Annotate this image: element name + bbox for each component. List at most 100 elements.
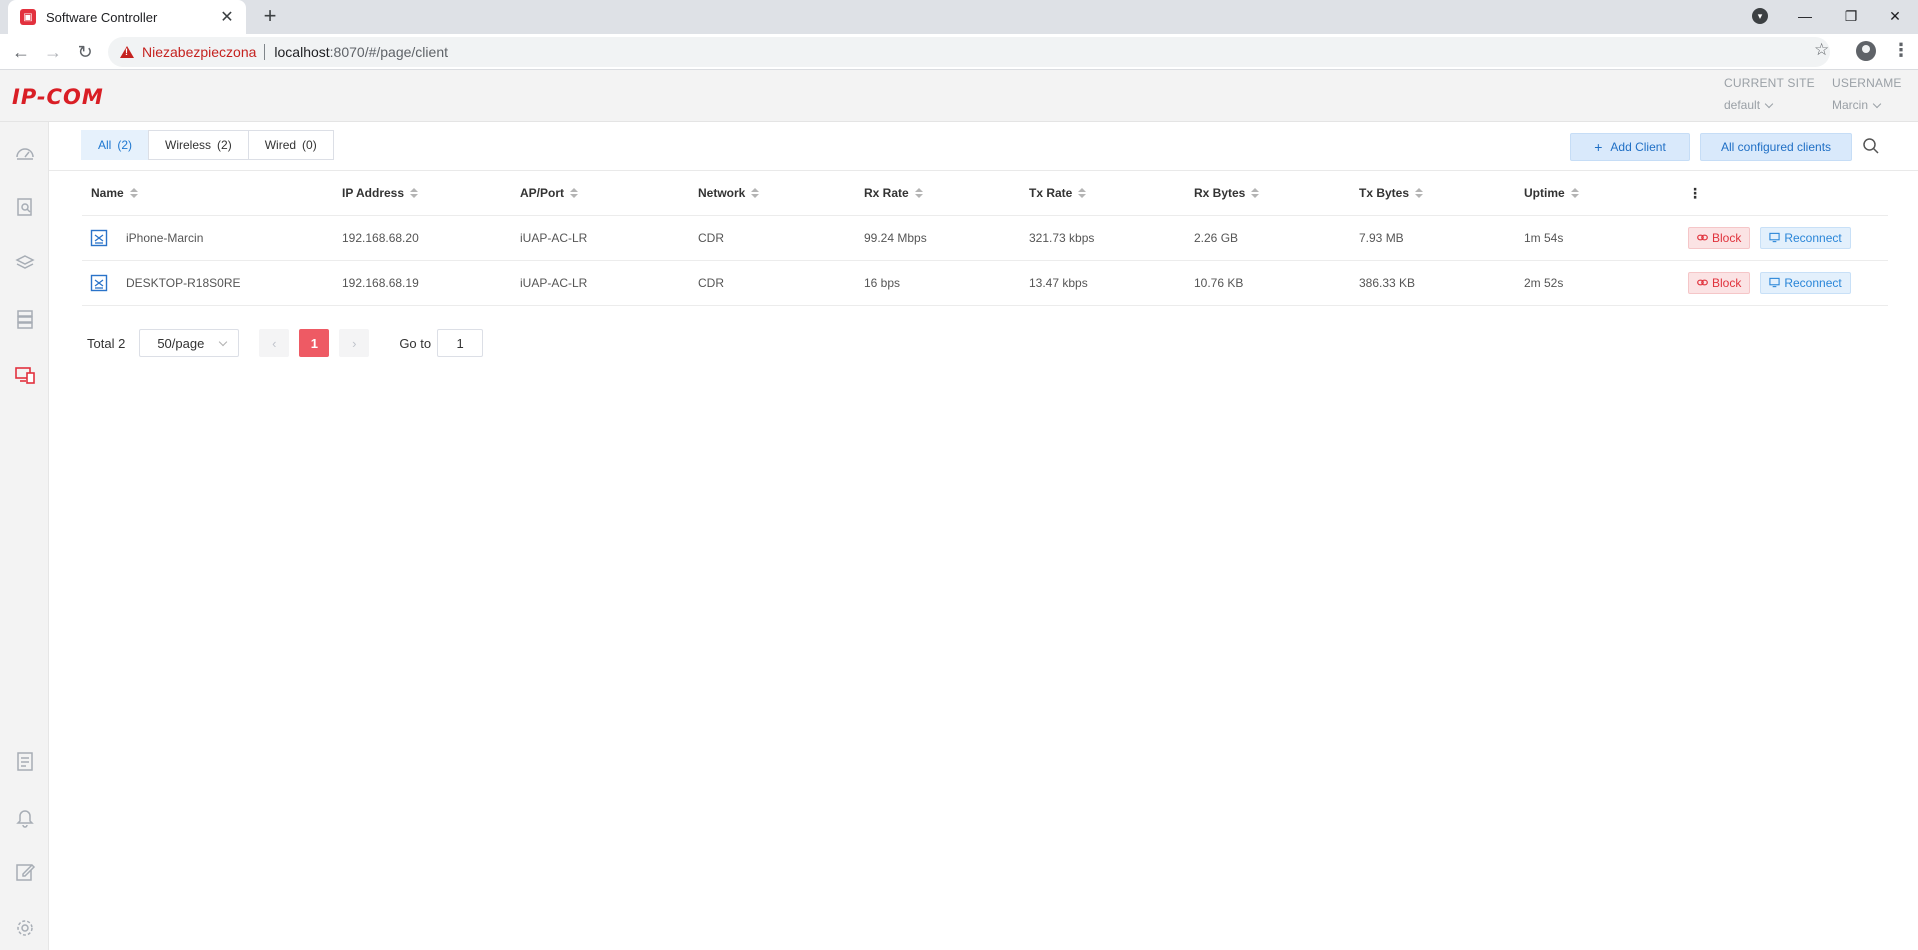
reconnect-label: Reconnect: [1784, 275, 1842, 290]
all-configured-clients-button[interactable]: All configured clients: [1700, 133, 1852, 161]
reconnect-button[interactable]: Reconnect: [1760, 226, 1851, 249]
table-row[interactable]: iPhone-Marcin 192.168.68.20 iUAP-AC-LR C…: [82, 215, 1888, 261]
next-page-button[interactable]: ›: [339, 329, 370, 357]
reload-icon[interactable]: ↻: [72, 39, 98, 65]
add-client-button[interactable]: + Add Client: [1570, 133, 1690, 161]
client-tx-bytes: 7.93 MB: [1359, 215, 1524, 261]
monitor-icon: [1769, 232, 1780, 243]
client-uptime: 2m 52s: [1524, 260, 1688, 306]
sidebar-item-devices[interactable]: [12, 306, 38, 332]
client-name[interactable]: DESKTOP-R18S0RE: [126, 276, 241, 290]
column-header-tx-rate[interactable]: Tx Rate: [1029, 172, 1194, 216]
url-path: :8070/#/page/client: [329, 44, 448, 60]
sidebar-item-settings[interactable]: [12, 915, 38, 941]
clients-monitor-icon: [15, 367, 35, 384]
current-site-label: CURRENT SITE: [1724, 76, 1815, 90]
sort-icon[interactable]: [1570, 188, 1579, 199]
block-button[interactable]: Block: [1688, 271, 1751, 294]
sort-icon[interactable]: [1415, 188, 1424, 199]
block-label: Block: [1712, 230, 1742, 245]
column-header-uptime[interactable]: Uptime: [1524, 172, 1688, 216]
browser-tabstrip: ▣ Software Controller ✕ + ▾ — ❐ ✕: [0, 0, 1918, 34]
sort-icon[interactable]: [914, 188, 923, 199]
main-content: All (2) Wireless (2) Wired (0) + Add Cli…: [49, 122, 1918, 950]
page-size-select[interactable]: 50/page: [139, 329, 240, 357]
gear-icon: [17, 920, 33, 936]
column-settings-kebab-icon[interactable]: ⋮: [1688, 185, 1702, 202]
bookmark-star-icon[interactable]: ☆: [1814, 40, 1829, 60]
chevron-down-icon: [1764, 99, 1774, 108]
back-arrow-icon[interactable]: ←: [8, 39, 34, 65]
column-label: IP Address: [342, 186, 405, 201]
omnibox-separator: [264, 44, 266, 60]
sort-icon[interactable]: [129, 188, 138, 199]
insecure-label[interactable]: Niezabezpieczona: [142, 44, 256, 60]
sort-icon[interactable]: [570, 188, 579, 199]
column-header-tx-bytes[interactable]: Tx Bytes: [1359, 172, 1524, 216]
window-close-icon[interactable]: ✕: [1872, 0, 1918, 32]
tab-count: (2): [117, 138, 133, 152]
tab-title: Software Controller: [46, 9, 158, 25]
address-bar[interactable]: Niezabezpieczona localhost :8070/#/page/…: [108, 37, 1830, 67]
sidebar-item-alerts[interactable]: [12, 804, 38, 830]
client-network: CDR: [698, 215, 864, 261]
browser-menu-icon[interactable]: ⋮: [1892, 40, 1910, 61]
current-site-block: CURRENT SITE default: [1724, 76, 1815, 112]
profile-avatar-icon[interactable]: [1856, 41, 1876, 61]
column-header-ip[interactable]: IP Address: [342, 172, 520, 216]
forward-arrow-icon[interactable]: →: [40, 39, 66, 65]
ip-com-favicon-icon: ▣: [20, 9, 36, 25]
reconnect-button[interactable]: Reconnect: [1760, 271, 1851, 294]
client-uptime: 1m 54s: [1524, 215, 1688, 261]
sidebar-item-dashboard[interactable]: [12, 140, 38, 166]
layers-icon: [15, 255, 35, 269]
url-host: localhost: [274, 44, 330, 60]
server-stack-icon: [17, 310, 33, 329]
column-label: Tx Rate: [1029, 186, 1073, 201]
sidebar-item-clients[interactable]: [12, 362, 38, 388]
username-select[interactable]: Marcin: [1832, 98, 1902, 112]
client-name[interactable]: iPhone-Marcin: [126, 231, 203, 245]
client-ap-port: iUAP-AC-LR: [520, 260, 698, 306]
column-header-rx-bytes[interactable]: Rx Bytes: [1194, 172, 1359, 216]
column-label: Name: [91, 186, 124, 201]
column-header-name[interactable]: Name: [82, 172, 342, 216]
browser-tab[interactable]: ▣ Software Controller ✕: [8, 0, 246, 34]
tab-close-icon[interactable]: ✕: [218, 7, 236, 27]
client-rx-rate: 16 bps: [864, 260, 1029, 306]
sidebar-item-layers[interactable]: [12, 250, 38, 276]
restore-icon[interactable]: ❐: [1828, 0, 1874, 32]
current-site-select[interactable]: default: [1724, 98, 1815, 112]
column-label: Tx Bytes: [1359, 186, 1410, 201]
table-row[interactable]: DESKTOP-R18S0RE 192.168.68.19 iUAP-AC-LR…: [82, 260, 1888, 306]
monitor-icon: [1769, 277, 1780, 288]
client-tx-rate: 321.73 kbps: [1029, 215, 1194, 261]
link-icon: [1697, 234, 1708, 241]
column-header-rx-rate[interactable]: Rx Rate: [864, 172, 1029, 216]
goto-page-input[interactable]: [437, 329, 484, 357]
sort-icon[interactable]: [751, 188, 760, 199]
new-tab-button[interactable]: +: [258, 5, 282, 29]
tab-wired[interactable]: Wired (0): [247, 130, 334, 160]
chevron-down-icon: [219, 337, 228, 346]
add-client-label: Add Client: [1610, 140, 1666, 154]
sidebar-item-edit[interactable]: [12, 859, 38, 885]
sidebar-item-logs[interactable]: [12, 748, 38, 774]
sidebar-item-statistics[interactable]: [12, 194, 38, 220]
tab-label: All: [98, 138, 112, 152]
sort-icon[interactable]: [1078, 188, 1087, 199]
minimize-icon[interactable]: —: [1782, 0, 1828, 32]
current-page-button[interactable]: 1: [299, 329, 330, 357]
tab-search-icon[interactable]: ▾: [1752, 8, 1768, 24]
block-button[interactable]: Block: [1688, 226, 1751, 249]
tab-all[interactable]: All (2): [81, 130, 150, 160]
column-header-ap-port[interactable]: AP/Port: [520, 172, 698, 216]
prev-page-button[interactable]: ‹: [259, 329, 290, 357]
column-label: Rx Rate: [864, 186, 909, 201]
browser-toolbar: ← → ↻ Niezabezpieczona localhost :8070/#…: [0, 34, 1918, 70]
sort-icon[interactable]: [1251, 188, 1260, 199]
sort-icon[interactable]: [410, 188, 419, 199]
tab-wireless[interactable]: Wireless (2): [148, 130, 249, 160]
column-header-network[interactable]: Network: [698, 172, 864, 216]
search-icon[interactable]: [1861, 136, 1881, 156]
